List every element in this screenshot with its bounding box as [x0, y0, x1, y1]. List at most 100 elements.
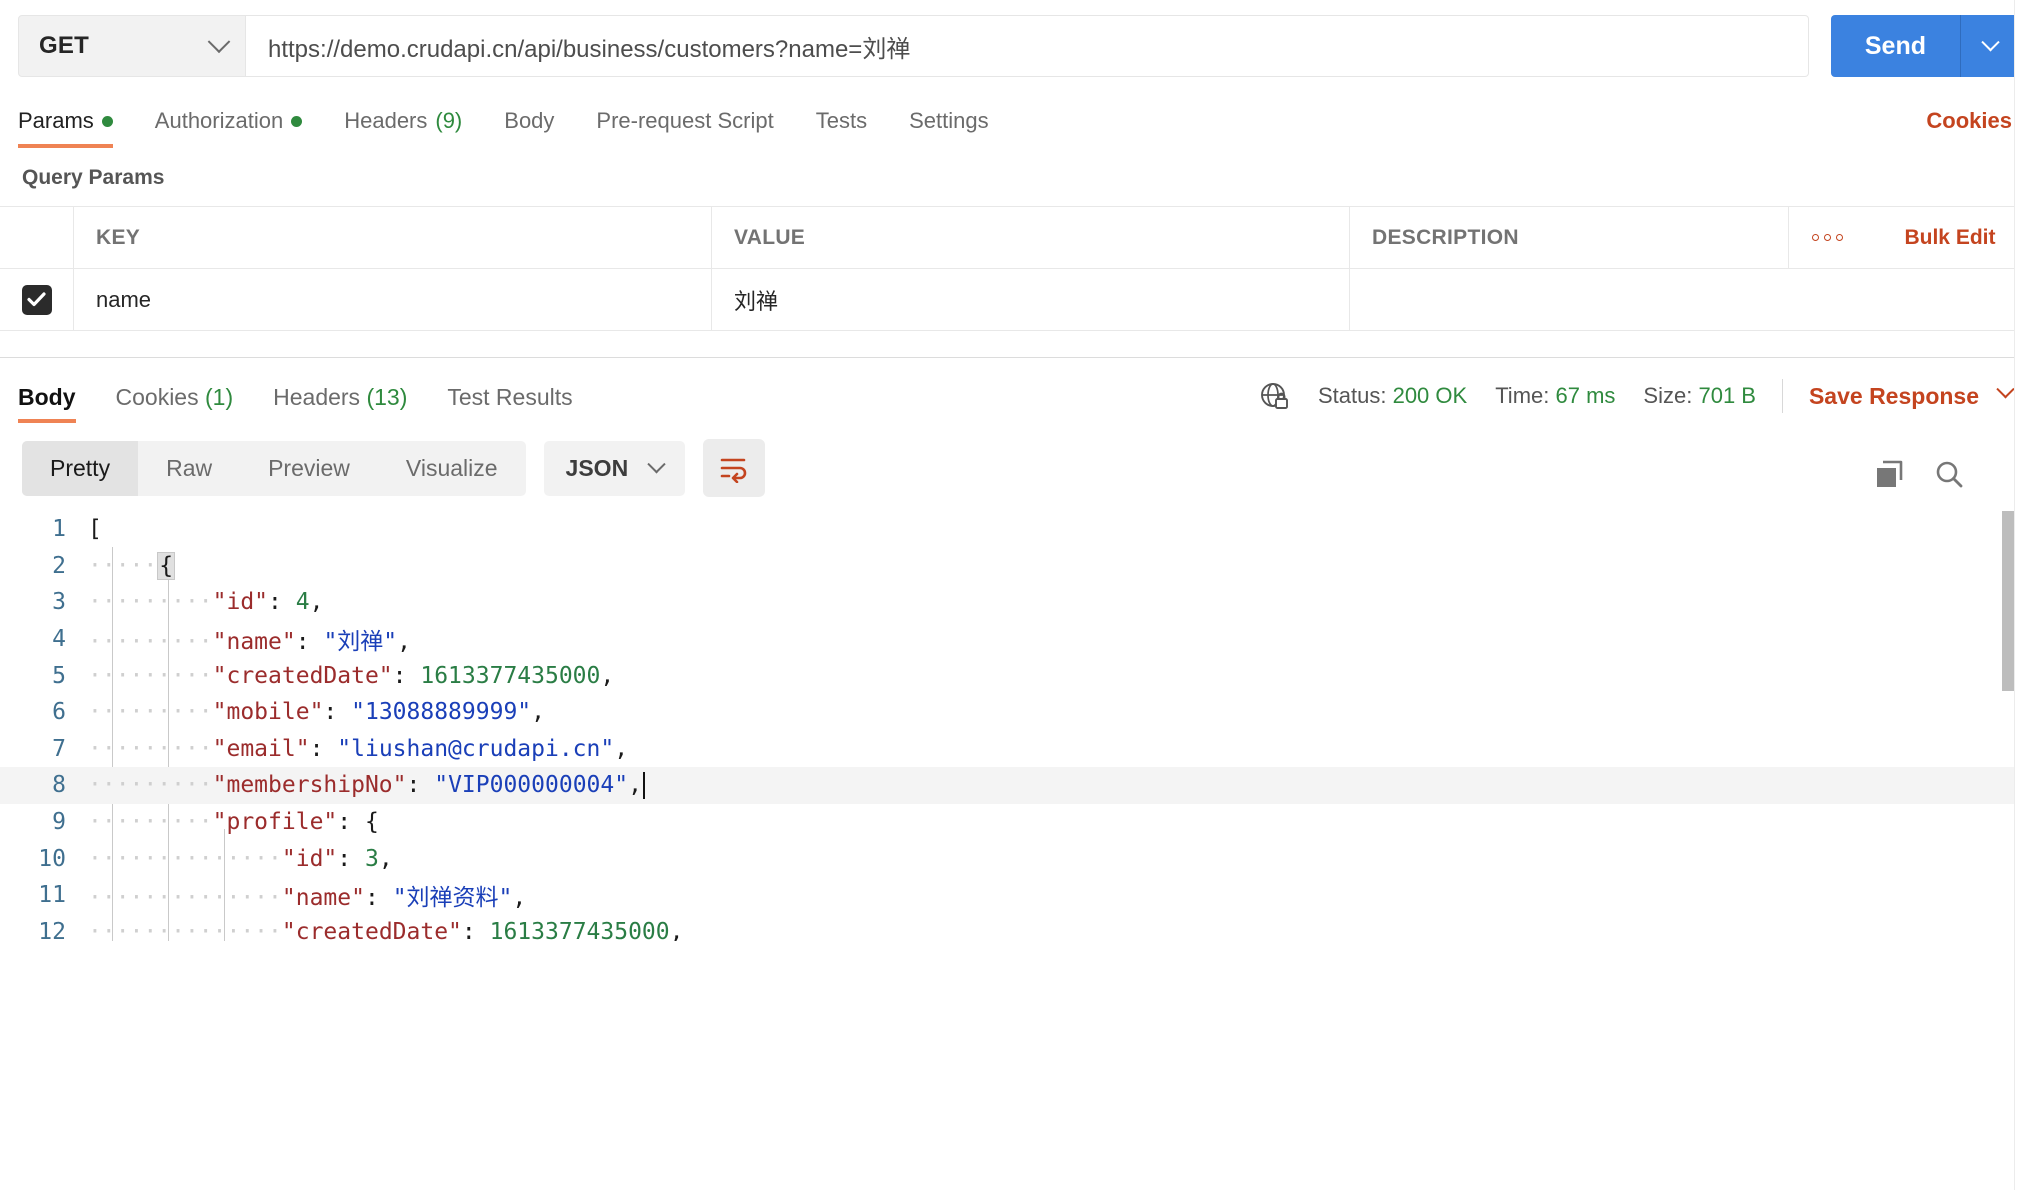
query-params-title: Query Params — [0, 148, 2034, 206]
table-header-row: KEY VALUE DESCRIPTION Bulk Edit — [0, 207, 2034, 269]
code-line: 9·········"profile": { — [0, 804, 2034, 841]
code-text: ·········"mobile": "13088889999", — [88, 699, 545, 725]
code-lines: 1[2·····{ 3·········"id": 4,4·········"na… — [0, 511, 2034, 941]
tab-count: (9) — [435, 108, 462, 134]
copy-icon[interactable] — [1874, 459, 1904, 489]
code-text: ·········"id": 4, — [88, 589, 323, 615]
code-text: ··············"createdDate": 16133774350… — [88, 919, 683, 941]
chevron-down-icon[interactable] — [1996, 380, 2014, 398]
table-row: name 刘禅 — [0, 269, 2034, 331]
response-tab-headers[interactable]: Headers (13) — [273, 384, 407, 423]
globe-lock-icon[interactable] — [1258, 380, 1290, 412]
tab-label: Headers — [344, 108, 427, 134]
view-mode-raw[interactable]: Raw — [138, 441, 240, 496]
tab-label: Settings — [909, 108, 989, 134]
line-number: 4 — [0, 626, 88, 652]
tab-tests[interactable]: Tests — [816, 108, 867, 148]
modified-dot-icon — [291, 116, 302, 127]
view-mode-preview[interactable]: Preview — [240, 441, 378, 496]
tab-label: Cookies — [116, 384, 199, 410]
code-line: 12··············"createdDate": 161337743… — [0, 914, 2034, 941]
code-text: ·········"profile": { — [88, 809, 379, 835]
line-number: 3 — [0, 589, 88, 615]
meta-divider — [1782, 379, 1783, 413]
size-text: Size: 701 B — [1643, 383, 1756, 409]
line-number: 5 — [0, 663, 88, 689]
page-scrollbar[interactable] — [2014, 0, 2034, 1190]
tab-pre-request-script[interactable]: Pre-request Script — [596, 108, 773, 148]
request-url-bar: GET https://demo.crudapi.cn/api/business… — [0, 0, 2034, 92]
chevron-down-icon — [208, 30, 231, 53]
row-description-cell[interactable] — [1350, 269, 2034, 330]
cookies-link[interactable]: Cookies — [1926, 108, 2012, 134]
code-scrollbar-thumb[interactable] — [2002, 511, 2014, 691]
query-params-table: KEY VALUE DESCRIPTION Bulk Edit name 刘禅 — [0, 206, 2034, 331]
code-line: 1[ — [0, 511, 2034, 548]
view-mode-visualize[interactable]: Visualize — [378, 441, 526, 496]
response-tabs-bar: Body Cookies (1) Headers (13) Test Resul… — [0, 357, 2034, 423]
save-response-button[interactable]: Save Response — [1809, 383, 1979, 410]
line-number: 10 — [0, 846, 88, 872]
line-number: 2 — [0, 553, 88, 579]
response-tab-test-results[interactable]: Test Results — [447, 384, 572, 423]
tab-count: (13) — [366, 384, 407, 410]
code-text: ··············"id": 3, — [88, 846, 393, 872]
send-button-group: Send — [1831, 15, 2020, 77]
code-line: 2·····{ — [0, 548, 2034, 585]
header-description: DESCRIPTION — [1350, 207, 1788, 268]
tab-count: (1) — [205, 384, 233, 410]
tab-params[interactable]: Params — [18, 108, 113, 148]
code-line: 7·········"email": "liushan@crudapi.cn", — [0, 731, 2034, 768]
row-key-text: name — [96, 287, 151, 313]
response-body-toolbar: Pretty Raw Preview Visualize JSON — [0, 423, 2034, 511]
line-number: 1 — [0, 516, 88, 542]
tab-authorization[interactable]: Authorization — [155, 108, 302, 148]
response-body-code[interactable]: 1[2·····{ 3·········"id": 4,4·········"na… — [0, 511, 2034, 941]
request-tabs: Params Authorization Headers (9) Body Pr… — [0, 92, 2034, 148]
time-label: Time: — [1495, 383, 1549, 408]
line-number: 12 — [0, 919, 88, 941]
response-tab-body[interactable]: Body — [18, 384, 76, 423]
tab-label: Body — [504, 108, 554, 134]
code-text: ·········"createdDate": 1613377435000, — [88, 663, 614, 689]
code-text: ·········"name": "刘禅", — [88, 622, 411, 656]
row-checkbox-cell — [0, 269, 74, 330]
status-text: Status: 200 OK — [1318, 383, 1467, 409]
row-value-cell[interactable]: 刘禅 — [712, 269, 1350, 330]
tab-label: Pre-request Script — [596, 108, 773, 134]
row-value-text: 刘禅 — [734, 284, 778, 316]
bulk-edit-button[interactable]: Bulk Edit — [1904, 226, 1995, 250]
bulk-edit-cell: Bulk Edit — [1866, 207, 2034, 268]
row-enabled-checkbox[interactable] — [22, 285, 52, 315]
tab-label: Test Results — [447, 384, 572, 410]
tab-label: Tests — [816, 108, 867, 134]
tab-label: Headers — [273, 384, 360, 410]
size-value: 701 B — [1698, 383, 1756, 408]
search-icon[interactable] — [1934, 459, 1964, 489]
more-options-icon — [1812, 234, 1843, 241]
view-mode-segmented-control: Pretty Raw Preview Visualize — [22, 441, 526, 496]
tab-label: Authorization — [155, 108, 283, 134]
url-input[interactable]: https://demo.crudapi.cn/api/business/cus… — [246, 15, 1809, 77]
tab-body[interactable]: Body — [504, 108, 554, 148]
code-line: 5·········"createdDate": 1613377435000, — [0, 657, 2034, 694]
row-key-cell[interactable]: name — [74, 269, 712, 330]
response-format-select[interactable]: JSON — [544, 441, 686, 496]
tab-headers[interactable]: Headers (9) — [344, 108, 462, 148]
code-text: ·········"email": "liushan@crudapi.cn", — [88, 736, 628, 762]
send-button[interactable]: Send — [1831, 15, 1960, 77]
size-label: Size: — [1643, 383, 1692, 408]
more-options-button[interactable] — [1788, 207, 1866, 268]
code-line: 10··············"id": 3, — [0, 840, 2034, 877]
send-options-button[interactable] — [1960, 15, 2020, 77]
header-key: KEY — [74, 207, 712, 268]
line-number: 7 — [0, 736, 88, 762]
status-label: Status: — [1318, 383, 1386, 408]
tab-settings[interactable]: Settings — [909, 108, 989, 148]
response-tab-cookies[interactable]: Cookies (1) — [116, 384, 234, 423]
wrap-lines-button[interactable] — [703, 439, 765, 497]
line-number: 11 — [0, 882, 88, 908]
view-mode-pretty[interactable]: Pretty — [22, 441, 138, 496]
http-method-select[interactable]: GET — [18, 15, 246, 77]
chevron-down-icon — [1981, 33, 1999, 51]
